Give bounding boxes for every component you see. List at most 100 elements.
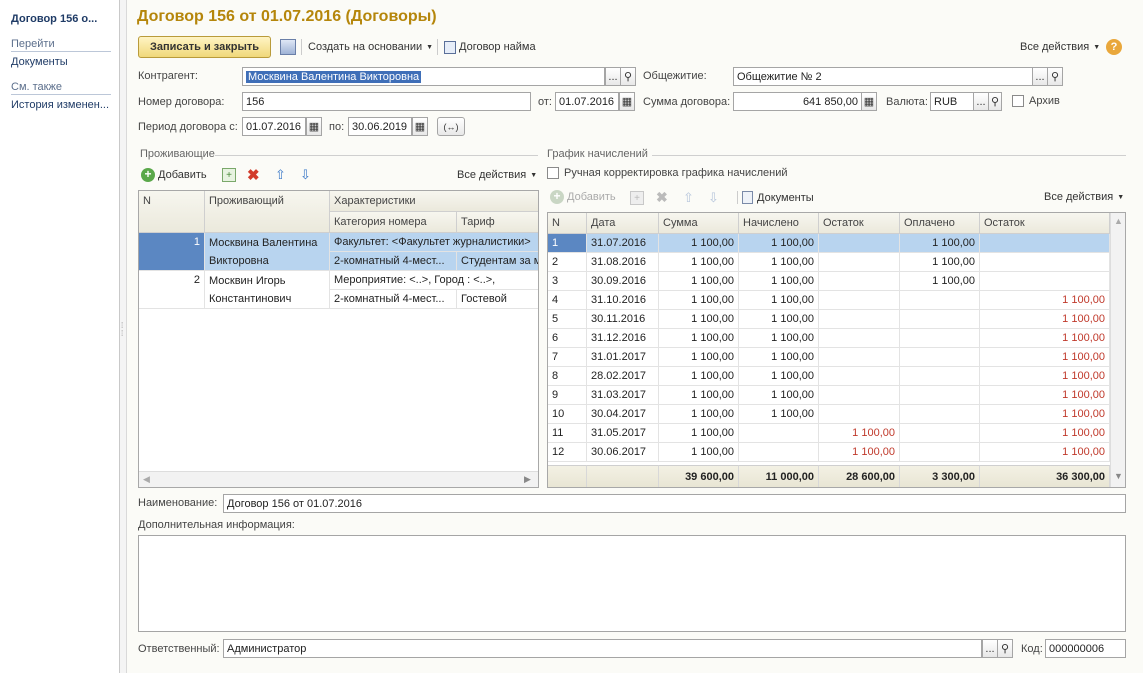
period-to-field[interactable]: 30.06.2019 (348, 117, 412, 136)
delete-icon[interactable]: ✖ (247, 166, 260, 184)
calendar-icon[interactable]: ▦ (412, 117, 428, 136)
residents-header-room-category[interactable]: Категория номера (330, 212, 457, 233)
horizontal-scrollbar[interactable]: ◀ ▶ (139, 471, 538, 487)
additional-info-textarea[interactable] (138, 535, 1126, 632)
schedule-cell-date[interactable]: 31.08.2016 (587, 253, 659, 272)
contract-sum-field[interactable]: 641 850,00 (733, 92, 862, 111)
counterparty-search-icon[interactable]: ⚲ (620, 67, 636, 86)
schedule-cell-accrued[interactable]: 1 100,00 (739, 253, 819, 272)
schedule-cell-balance[interactable] (819, 253, 900, 272)
residents-add-button[interactable]: + Добавить (141, 168, 207, 182)
schedule-cell-paid[interactable] (900, 386, 980, 405)
contract-date-field[interactable]: 01.07.2016 (555, 92, 619, 111)
schedule-cell-remaining[interactable]: 1 100,00 (980, 291, 1110, 310)
schedule-cell-amount[interactable]: 1 100,00 (659, 291, 739, 310)
schedule-cell-accrued[interactable]: 1 100,00 (739, 367, 819, 386)
resident-tariff-cell[interactable]: Гостевой (457, 290, 538, 309)
move-up-icon[interactable]: ⇧ (683, 190, 694, 206)
schedule-cell-remaining[interactable]: 1 100,00 (980, 405, 1110, 424)
schedule-cell-paid[interactable] (900, 443, 980, 462)
schedule-cell-remaining[interactable] (980, 272, 1110, 291)
schedule-cell-amount[interactable]: 1 100,00 (659, 310, 739, 329)
create-based-on-menu[interactable]: Создать на основании ▼ (301, 39, 433, 55)
schedule-cell-date[interactable]: 31.10.2016 (587, 291, 659, 310)
schedule-cell-balance[interactable] (819, 405, 900, 424)
hostel-select-button[interactable]: ... (1032, 67, 1048, 86)
schedule-cell-date[interactable]: 30.11.2016 (587, 310, 659, 329)
schedule-cell-amount[interactable]: 1 100,00 (659, 272, 739, 291)
period-select-button[interactable]: (↔) (437, 117, 465, 136)
schedule-cell-balance[interactable] (819, 291, 900, 310)
schedule-cell-remaining[interactable]: 1 100,00 (980, 367, 1110, 386)
schedule-cell-date[interactable]: 31.05.2017 (587, 424, 659, 443)
panel-splitter[interactable]: ⁞ ⁞ (120, 0, 127, 673)
schedule-header-balance[interactable]: Остаток (819, 213, 900, 234)
schedule-cell-balance[interactable] (819, 272, 900, 291)
schedule-cell-remaining[interactable]: 1 100,00 (980, 310, 1110, 329)
responsible-field[interactable]: Администратор (223, 639, 982, 658)
schedule-cell-amount[interactable]: 1 100,00 (659, 329, 739, 348)
schedule-cell-date[interactable]: 28.02.2017 (587, 367, 659, 386)
schedule-add-button[interactable]: + Добавить (550, 190, 616, 204)
vertical-scrollbar[interactable]: ▲ ▼ (1110, 213, 1125, 487)
schedule-header-amount[interactable]: Сумма (659, 213, 739, 234)
schedule-cell-paid[interactable] (900, 367, 980, 386)
contract-document-button[interactable]: Договор найма (437, 39, 536, 55)
scroll-up-icon[interactable]: ▲ (1114, 216, 1123, 226)
move-down-icon[interactable]: ⇩ (708, 190, 719, 206)
schedule-cell-remaining[interactable]: 1 100,00 (980, 443, 1110, 462)
schedule-cell-date[interactable]: 30.06.2017 (587, 443, 659, 462)
schedule-cell-remaining[interactable]: 1 100,00 (980, 329, 1110, 348)
scroll-down-icon[interactable]: ▼ (1114, 471, 1123, 481)
copy-row-icon[interactable]: + (630, 191, 644, 205)
calendar-icon[interactable]: ▦ (619, 92, 635, 111)
schedule-cell-balance[interactable] (819, 329, 900, 348)
schedule-cell-n[interactable]: 5 (548, 310, 587, 329)
schedule-cell-paid[interactable] (900, 348, 980, 367)
contract-number-field[interactable]: 156 (242, 92, 531, 111)
schedule-cell-paid[interactable] (900, 310, 980, 329)
move-down-icon[interactable]: ⇩ (300, 167, 311, 183)
schedule-all-actions-menu[interactable]: Все действия ▼ (1044, 191, 1124, 203)
schedule-cell-paid[interactable]: 1 100,00 (900, 253, 980, 272)
schedule-cell-n[interactable]: 1 (548, 234, 587, 253)
residents-header-tariff[interactable]: Тариф (457, 212, 538, 233)
schedule-cell-date[interactable]: 31.01.2017 (587, 348, 659, 367)
schedule-cell-paid[interactable]: 1 100,00 (900, 272, 980, 291)
schedule-cell-amount[interactable]: 1 100,00 (659, 424, 739, 443)
schedule-cell-balance[interactable]: 1 100,00 (819, 424, 900, 443)
resident-name-cell[interactable]: Москвин Игорь (205, 271, 330, 290)
schedule-cell-remaining[interactable]: 1 100,00 (980, 424, 1110, 443)
hostel-field[interactable]: Общежитие № 2 (733, 67, 1033, 86)
residents-header-n[interactable]: N (139, 191, 205, 233)
resident-tariff-cell[interactable]: Студентам за м (457, 252, 538, 271)
resident-characteristics-cell[interactable]: Мероприятие: <..>, Город : <..>, (330, 271, 538, 290)
schedule-cell-n[interactable]: 3 (548, 272, 587, 291)
schedule-cell-date[interactable]: 30.09.2016 (587, 272, 659, 291)
schedule-cell-accrued[interactable]: 1 100,00 (739, 310, 819, 329)
schedule-cell-accrued[interactable]: 1 100,00 (739, 348, 819, 367)
schedule-cell-n[interactable]: 6 (548, 329, 587, 348)
residents-table[interactable]: N Проживающий Характеристики Категория н… (138, 190, 539, 488)
all-actions-menu[interactable]: Все действия ▼ (1020, 39, 1100, 55)
period-from-field[interactable]: 01.07.2016 (242, 117, 306, 136)
schedule-cell-amount[interactable]: 1 100,00 (659, 405, 739, 424)
schedule-cell-amount[interactable]: 1 100,00 (659, 348, 739, 367)
schedule-cell-accrued[interactable] (739, 443, 819, 462)
responsible-select-button[interactable]: ... (982, 639, 998, 658)
schedule-cell-accrued[interactable]: 1 100,00 (739, 405, 819, 424)
currency-search-icon[interactable]: ⚲ (988, 92, 1002, 111)
schedule-cell-n[interactable]: 9 (548, 386, 587, 405)
currency-field[interactable]: RUB (930, 92, 974, 111)
schedule-cell-n[interactable]: 12 (548, 443, 587, 462)
manual-correction-checkbox[interactable] (547, 167, 559, 179)
currency-select-button[interactable]: ... (973, 92, 989, 111)
schedule-cell-amount[interactable]: 1 100,00 (659, 367, 739, 386)
schedule-cell-n[interactable]: 4 (548, 291, 587, 310)
resident-room-category-cell[interactable]: 2-комнатный 4-мест... (330, 290, 457, 309)
schedule-header-paid[interactable]: Оплачено (900, 213, 980, 234)
schedule-cell-paid[interactable] (900, 291, 980, 310)
responsible-search-icon[interactable]: ⚲ (997, 639, 1013, 658)
residents-header-resident[interactable]: Проживающий (205, 191, 330, 233)
schedule-cell-paid[interactable]: 1 100,00 (900, 234, 980, 253)
